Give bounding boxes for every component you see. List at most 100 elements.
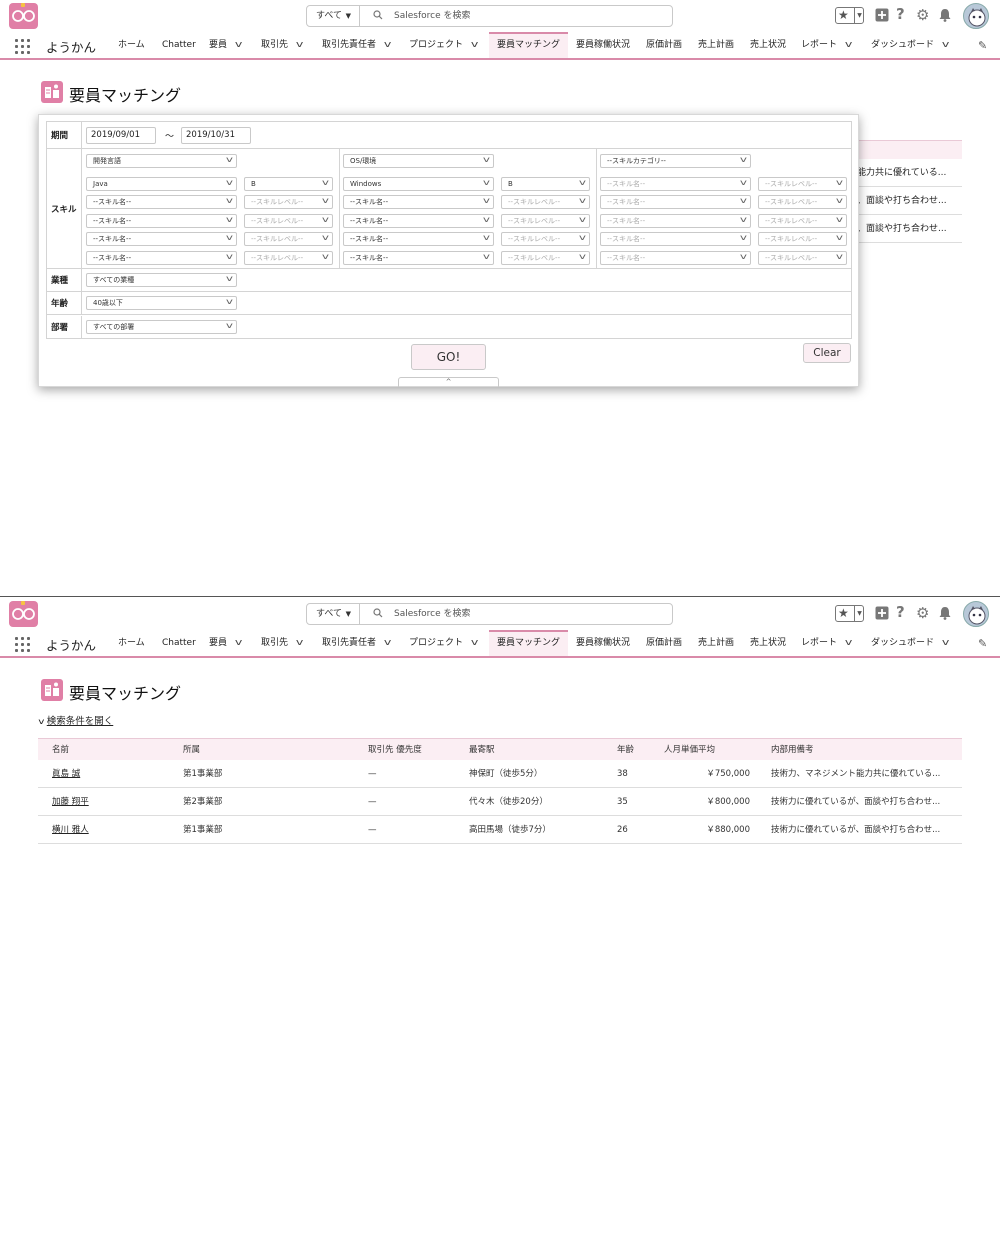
nav-tab[interactable]: 要員稼働状況 [576, 32, 630, 58]
chevron-down-icon[interactable]: v [942, 630, 949, 656]
chevron-down-icon[interactable]: v [235, 630, 242, 656]
column-header[interactable]: 取引先 優先度 [368, 739, 422, 761]
period-from-input[interactable]: 2019/09/01 [86, 127, 156, 144]
global-search[interactable]: すべて ▼ Salesforce を検索 [306, 5, 673, 27]
member-name-link[interactable]: 眞島 誠 [52, 760, 80, 788]
skill-name-select[interactable]: --スキル名-- v [600, 251, 751, 265]
skill-level-select[interactable]: --スキルレベル-- v [758, 214, 847, 228]
chevron-down-icon[interactable]: v [471, 32, 478, 58]
industry-select[interactable]: すべての業種 v [86, 273, 237, 287]
skill-level-select[interactable]: --スキルレベル-- v [758, 232, 847, 246]
collapse-panel-handle[interactable]: ^ [398, 377, 499, 387]
nav-tab[interactable]: 取引先 v [261, 32, 303, 58]
nav-tab[interactable]: 取引先責任者 v [322, 630, 391, 656]
chevron-down-icon[interactable]: v [235, 32, 242, 58]
user-avatar-icon[interactable] [963, 601, 989, 627]
skill-level-select[interactable]: --スキルレベル-- v [501, 232, 590, 246]
waffle-icon[interactable] [15, 39, 31, 55]
nav-tab[interactable]: 要員マッチング [489, 32, 569, 58]
nav-tab[interactable]: ダッシュボード v [871, 32, 949, 58]
plus-icon[interactable] [875, 8, 889, 22]
nav-tab[interactable]: 取引先責任者 v [322, 32, 391, 58]
skill-name-select[interactable]: --スキル名-- v [600, 232, 751, 246]
search-input[interactable]: Salesforce を検索 [394, 6, 470, 26]
nav-tab[interactable]: レポート v [801, 630, 852, 656]
skill-level-select[interactable]: --スキルレベル-- v [244, 232, 333, 246]
column-header[interactable]: 年齢 [617, 739, 634, 761]
nav-tab[interactable]: レポート v [801, 32, 852, 58]
chevron-down-icon[interactable]: v [384, 32, 391, 58]
star-icon[interactable]: ★ ▼ [835, 7, 864, 24]
skill-name-select[interactable]: --スキル名-- v [86, 214, 237, 228]
skill-category-select[interactable]: OS/環境 v [343, 154, 494, 168]
skill-level-select[interactable]: --スキルレベル-- v [244, 251, 333, 265]
go-button[interactable]: GO! [411, 344, 486, 370]
skill-name-select[interactable]: --スキル名-- v [600, 177, 751, 191]
nav-tab[interactable]: 要員マッチング [489, 630, 569, 656]
nav-tab[interactable]: 原価計画 [646, 630, 682, 656]
skill-level-select[interactable]: --スキルレベル-- v [758, 195, 847, 209]
clear-button[interactable]: Clear [803, 343, 851, 363]
skill-category-select[interactable]: --スキルカテゴリ-- v [600, 154, 751, 168]
skill-name-select[interactable]: --スキル名-- v [86, 195, 237, 209]
nav-tab[interactable]: プロジェクト v [409, 630, 478, 656]
star-icon[interactable]: ★ ▼ [835, 605, 864, 622]
plus-icon[interactable] [875, 606, 889, 620]
question-icon[interactable]: ? [896, 603, 905, 621]
chevron-down-icon[interactable]: v [845, 630, 852, 656]
chevron-down-icon[interactable]: v [296, 630, 303, 656]
chevron-down-icon[interactable]: v [471, 630, 478, 656]
nav-tab[interactable]: 売上計画 [698, 32, 734, 58]
nav-tab[interactable]: 要員 v [209, 630, 242, 656]
nav-tab[interactable]: ホーム [118, 630, 145, 656]
department-select[interactable]: すべての部署 v [86, 320, 237, 334]
age-select[interactable]: 40歳以下 v [86, 296, 237, 310]
nav-tab[interactable]: ホーム [118, 32, 145, 58]
waffle-icon[interactable] [15, 637, 31, 653]
nav-tab[interactable]: 要員稼働状況 [576, 630, 630, 656]
nav-tab[interactable]: ダッシュボード v [871, 630, 949, 656]
skill-name-select[interactable]: --スキル名-- v [86, 232, 237, 246]
skill-name-select[interactable]: --スキル名-- v [600, 195, 751, 209]
skill-name-select[interactable]: Windows v [343, 177, 494, 191]
skill-level-select[interactable]: Bv [501, 177, 590, 191]
nav-tab[interactable]: Chatter [162, 630, 196, 656]
nav-tab[interactable]: 売上計画 [698, 630, 734, 656]
nav-tab[interactable]: 取引先 v [261, 630, 303, 656]
user-avatar-icon[interactable] [963, 3, 989, 29]
bell-icon[interactable] [939, 8, 951, 22]
skill-level-select[interactable]: --スキルレベル-- v [244, 195, 333, 209]
nav-tab[interactable]: 売上状況 [750, 630, 786, 656]
skill-level-select[interactable]: --スキルレベル-- v [758, 251, 847, 265]
chevron-down-icon[interactable]: v [845, 32, 852, 58]
column-header[interactable]: 人月単価平均 [664, 739, 715, 761]
skill-level-select[interactable]: Bv [244, 177, 333, 191]
period-to-input[interactable]: 2019/10/31 [181, 127, 251, 144]
glasses-logo-icon[interactable] [9, 601, 38, 627]
nav-tab[interactable]: 売上状況 [750, 32, 786, 58]
skill-category-select[interactable]: 開発言語 v [86, 154, 237, 168]
nav-tab[interactable]: プロジェクト v [409, 32, 478, 58]
column-header[interactable]: 最寄駅 [469, 739, 495, 761]
chevron-down-icon[interactable]: v [384, 630, 391, 656]
skill-name-select[interactable]: --スキル名-- v [86, 251, 237, 265]
global-search[interactable]: すべて ▼ Salesforce を検索 [306, 603, 673, 625]
chevron-down-icon[interactable]: v [942, 32, 949, 58]
column-header[interactable]: 内部用備考 [771, 739, 814, 761]
search-scope-select[interactable]: すべて ▼ [307, 6, 360, 26]
gear-icon[interactable]: ⚙ [916, 604, 929, 622]
question-icon[interactable]: ? [896, 5, 905, 23]
skill-name-select[interactable]: --スキル名-- v [343, 251, 494, 265]
member-name-link[interactable]: 横川 雅人 [52, 816, 89, 844]
pencil-icon[interactable]: ✎ [978, 637, 987, 650]
skill-name-select[interactable]: --スキル名-- v [343, 232, 494, 246]
pencil-icon[interactable]: ✎ [978, 39, 987, 52]
nav-tab[interactable]: Chatter [162, 32, 196, 58]
skill-name-select[interactable]: Java v [86, 177, 237, 191]
search-input[interactable]: Salesforce を検索 [394, 604, 470, 624]
search-scope-select[interactable]: すべて ▼ [307, 604, 360, 624]
glasses-logo-icon[interactable] [9, 3, 38, 29]
skill-level-select[interactable]: --スキルレベル-- v [758, 177, 847, 191]
skill-name-select[interactable]: --スキル名-- v [600, 214, 751, 228]
gear-icon[interactable]: ⚙ [916, 6, 929, 24]
